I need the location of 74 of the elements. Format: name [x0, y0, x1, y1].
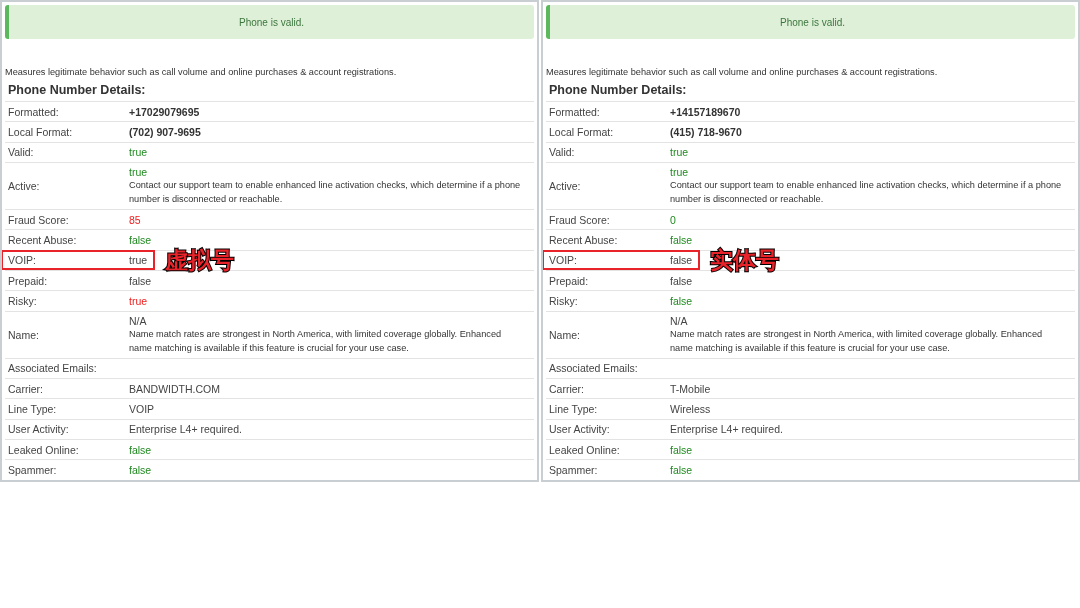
field-label: Fraud Score:: [549, 212, 611, 227]
field-label: Formatted:: [549, 104, 601, 119]
field-value: VOIP: [129, 402, 156, 416]
field-label: Prepaid:: [8, 273, 49, 288]
field-label: Prepaid:: [549, 273, 590, 288]
field-value: false: [670, 293, 694, 308]
field-note: Name match rates are strongest in North America, with limited coverage globally. Enhanced name matching is available if this feature is crucial for your use case.: [670, 328, 1044, 355]
status-alert: Phone is valid.: [546, 5, 1075, 39]
field-label: User Activity:: [8, 422, 70, 437]
field-note: Contact our support team to enable enhanced line activation checks, which determine if a phone number is disconnected or reachable.: [129, 179, 522, 206]
field-value: false: [670, 462, 694, 477]
field-label: Line Type:: [8, 402, 58, 416]
field-value: N/A: [670, 314, 689, 329]
field-label: Risky:: [8, 293, 38, 308]
field-value: T-Mobile: [670, 381, 712, 396]
field-value: true: [129, 145, 149, 160]
field-label: Active:: [549, 179, 582, 193]
field-label: Name:: [8, 327, 40, 342]
field-value: 0: [670, 212, 677, 227]
field-label: Risky:: [549, 293, 579, 308]
field-value: Enterprise L4+ required.: [129, 422, 243, 437]
annotation-label: 实体号: [710, 248, 780, 272]
field-value: (702) 907-9695: [129, 124, 202, 139]
field-value: true: [670, 145, 690, 160]
field-value: Enterprise L4+ required.: [670, 422, 784, 437]
field-value: true: [129, 165, 149, 180]
field-value: false: [670, 273, 694, 288]
field-value: +14157189670: [670, 104, 742, 119]
section-heading: Phone Number Details:: [7, 82, 147, 98]
field-value: 85: [129, 212, 142, 227]
field-value: N/A: [129, 314, 148, 329]
field-label: Valid:: [549, 145, 576, 160]
field-label: Local Format:: [8, 124, 74, 139]
field-label: Spammer:: [8, 462, 58, 477]
section-heading: Phone Number Details:: [548, 82, 688, 98]
field-value: false: [670, 442, 694, 457]
field-label: Leaked Online:: [8, 442, 80, 457]
field-label: VOIP:: [8, 253, 37, 268]
field-value: true: [129, 253, 148, 268]
field-label: Recent Abuse:: [549, 233, 619, 248]
field-label: Recent Abuse:: [8, 233, 78, 248]
field-value: Wireless: [670, 402, 712, 416]
field-value: false: [129, 273, 153, 288]
field-label: Formatted:: [8, 104, 60, 119]
field-value: +17029079695: [129, 104, 201, 119]
field-value: BANDWIDTH.COM: [129, 381, 221, 396]
field-label: Valid:: [8, 145, 35, 160]
field-value: false: [670, 253, 693, 268]
description-text: Measures legitimate behavior such as call volume and online purchases & account registrations.: [546, 66, 939, 78]
field-label: VOIP:: [549, 253, 578, 268]
description-text: Measures legitimate behavior such as call volume and online purchases & account registrations.: [5, 66, 398, 78]
field-value: false: [129, 233, 153, 248]
field-label: Spammer:: [549, 462, 599, 477]
field-label: Active:: [8, 179, 41, 193]
field-label: Associated Emails:: [8, 361, 98, 376]
field-label: Local Format:: [549, 124, 615, 139]
field-value: true: [129, 293, 149, 308]
field-label: Line Type:: [549, 402, 599, 416]
field-label: Carrier:: [549, 381, 585, 396]
field-value: false: [129, 462, 153, 477]
field-value: false: [129, 442, 153, 457]
field-label: Carrier:: [8, 381, 44, 396]
field-label: Name:: [549, 327, 581, 342]
annotation-label: 虚拟号: [165, 248, 235, 272]
field-value: true: [670, 165, 690, 180]
status-alert: Phone is valid.: [5, 5, 534, 39]
field-label: Leaked Online:: [549, 442, 621, 457]
field-value: false: [670, 233, 694, 248]
field-note: Name match rates are strongest in North America, with limited coverage globally. Enhanced name matching is available if this feature is crucial for your use case.: [129, 328, 503, 355]
field-value: (415) 718-9670: [670, 124, 743, 139]
field-label: Associated Emails:: [549, 361, 639, 376]
field-label: User Activity:: [549, 422, 611, 437]
field-label: Fraud Score:: [8, 212, 70, 227]
field-note: Contact our support team to enable enhanced line activation checks, which determine if a phone number is disconnected or reachable.: [670, 179, 1063, 206]
